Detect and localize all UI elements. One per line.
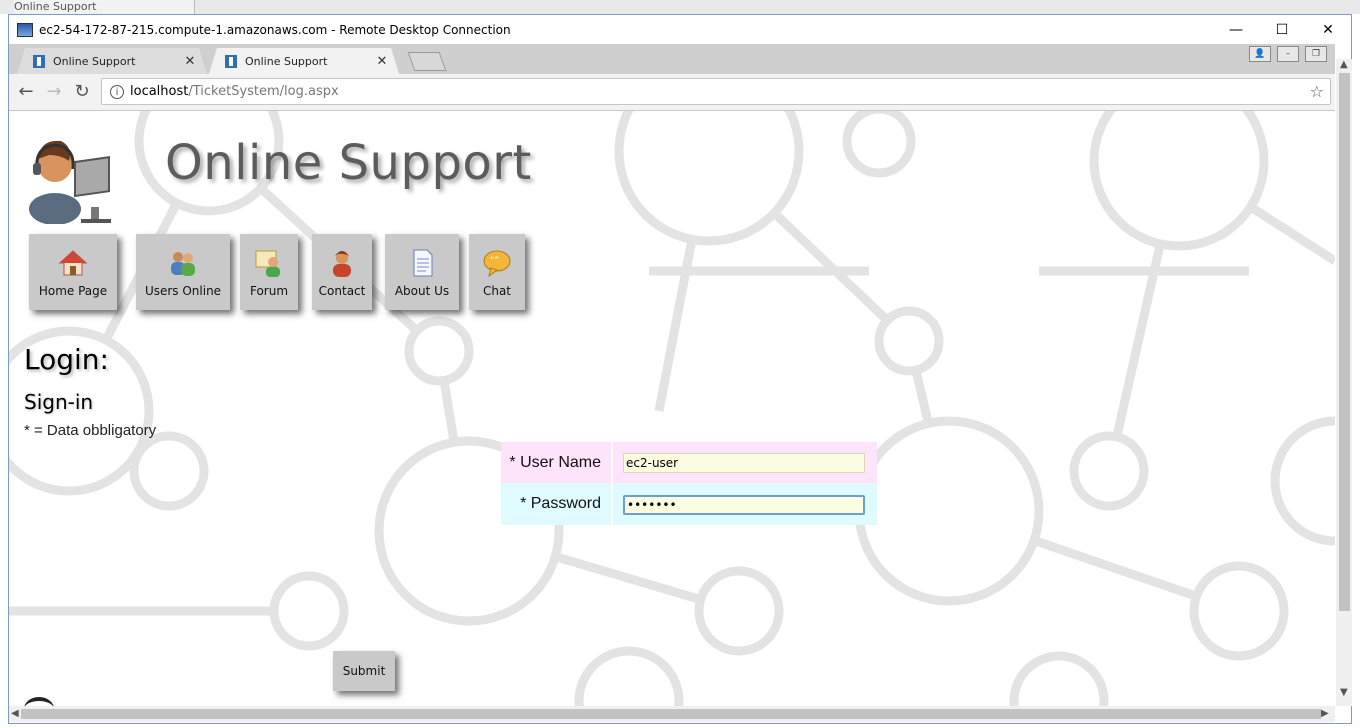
- tab-close-icon[interactable]: ✕: [373, 54, 391, 69]
- reload-button[interactable]: ↻: [71, 81, 93, 103]
- url-path: /TicketSystem/log.aspx: [188, 84, 339, 99]
- host-browser-tab[interactable]: Online Support: [14, 0, 195, 14]
- host-browser-strip: Online Support: [0, 0, 1360, 14]
- signin-heading: Sign-in: [24, 390, 94, 414]
- nav-users-online-button[interactable]: Users Online: [136, 234, 230, 310]
- nav-about-us-button[interactable]: About Us: [385, 234, 459, 310]
- chat-bubble-icon: “”: [483, 250, 511, 278]
- tab-title: Online Support: [245, 54, 328, 68]
- home-icon: [58, 250, 88, 276]
- browser-restore-icon[interactable]: ❐: [1305, 46, 1327, 62]
- support-agent-logo-icon: [29, 140, 111, 224]
- host-tab-label: Online Support: [14, 0, 97, 13]
- close-window-button[interactable]: ✕: [1305, 15, 1351, 44]
- site-info-icon[interactable]: i: [110, 84, 124, 99]
- rdp-window-title: ec2-54-172-87-215.compute-1.amazonaws.co…: [39, 22, 511, 37]
- submit-button[interactable]: Submit: [333, 651, 395, 691]
- forum-icon: [255, 250, 280, 277]
- nav-label: Chat: [482, 284, 512, 298]
- nav-label: Contact: [318, 284, 366, 298]
- forward-button[interactable]: →: [43, 81, 65, 103]
- address-bar[interactable]: i localhost/TicketSystem/log.aspx ☆: [101, 78, 1331, 105]
- scroll-up-arrow-icon[interactable]: ▲: [1340, 59, 1348, 70]
- username-row: * User Name: [501, 442, 877, 483]
- document-icon: [413, 249, 433, 277]
- nav-label: Users Online: [144, 284, 222, 298]
- nav-label: Forum: [249, 284, 289, 298]
- scroll-right-arrow-icon[interactable]: ▶: [1321, 708, 1329, 719]
- browser-toolbar: ← → ↻ i localhost/TicketSystem/log.aspx …: [9, 74, 1335, 111]
- site-favicon-icon: [33, 55, 45, 68]
- maximize-button[interactable]: ☐: [1259, 15, 1305, 44]
- nav-home-page-button[interactable]: Home Page: [29, 234, 117, 310]
- vertical-scroll-thumb[interactable]: [1339, 73, 1350, 611]
- username-input[interactable]: [623, 453, 865, 473]
- scroll-down-arrow-icon[interactable]: ▼: [1340, 687, 1348, 698]
- login-form: * User Name * Password: [501, 442, 877, 525]
- nav-forum-button[interactable]: Forum: [240, 234, 298, 310]
- tab-close-icon[interactable]: ✕: [181, 54, 199, 69]
- password-label: * Password: [520, 495, 601, 512]
- tab-title: Online Support: [53, 54, 136, 68]
- site-title: Online Support: [165, 135, 532, 191]
- nav-contact-button[interactable]: Contact: [312, 234, 372, 310]
- scroll-left-arrow-icon[interactable]: ◀: [11, 708, 19, 719]
- remote-desktop-icon: [17, 22, 33, 37]
- rdp-titlebar: ec2-54-172-87-215.compute-1.amazonaws.co…: [9, 15, 1351, 44]
- minimize-button[interactable]: —: [1213, 15, 1259, 44]
- browser-tab-1[interactable]: Online Support ✕: [17, 48, 207, 74]
- browser-tab-2[interactable]: Online Support ✕: [209, 48, 399, 74]
- site-favicon-icon: [225, 55, 237, 68]
- horizontal-scroll-thumb[interactable]: [21, 709, 1321, 719]
- login-heading: Login:: [24, 343, 109, 376]
- remote-desktop-window: ec2-54-172-87-215.compute-1.amazonaws.co…: [8, 14, 1352, 724]
- users-icon: [171, 252, 195, 276]
- password-input[interactable]: [623, 494, 865, 515]
- browser-tabstrip: Online Support ✕ Online Support ✕ 👤 – ❐: [9, 44, 1335, 74]
- background-network-pattern: [9, 111, 1335, 706]
- password-row: * Password: [501, 483, 877, 525]
- page-viewport: Online Support Home Page Users Online Fo…: [9, 111, 1335, 706]
- nav-label: Home Page: [38, 284, 108, 298]
- contact-icon: [333, 251, 351, 277]
- new-tab-button[interactable]: [407, 52, 447, 71]
- profile-icon[interactable]: 👤: [1249, 46, 1271, 62]
- bookmark-star-icon[interactable]: ☆: [1310, 82, 1324, 101]
- back-button[interactable]: ←: [15, 81, 37, 103]
- vertical-scrollbar[interactable]: ▲ ▼: [1336, 59, 1352, 706]
- browser-minimize-icon[interactable]: –: [1277, 46, 1299, 62]
- horizontal-scrollbar[interactable]: ◀ ▶: [9, 706, 1335, 722]
- nav-label: About Us: [394, 284, 450, 298]
- svg-text:“”: “”: [490, 256, 499, 266]
- required-fields-note: * = Data obbligatory: [24, 422, 157, 439]
- username-label: * User Name: [509, 453, 601, 471]
- nav-chat-button[interactable]: “” Chat: [469, 234, 525, 310]
- url-host: localhost: [130, 84, 189, 99]
